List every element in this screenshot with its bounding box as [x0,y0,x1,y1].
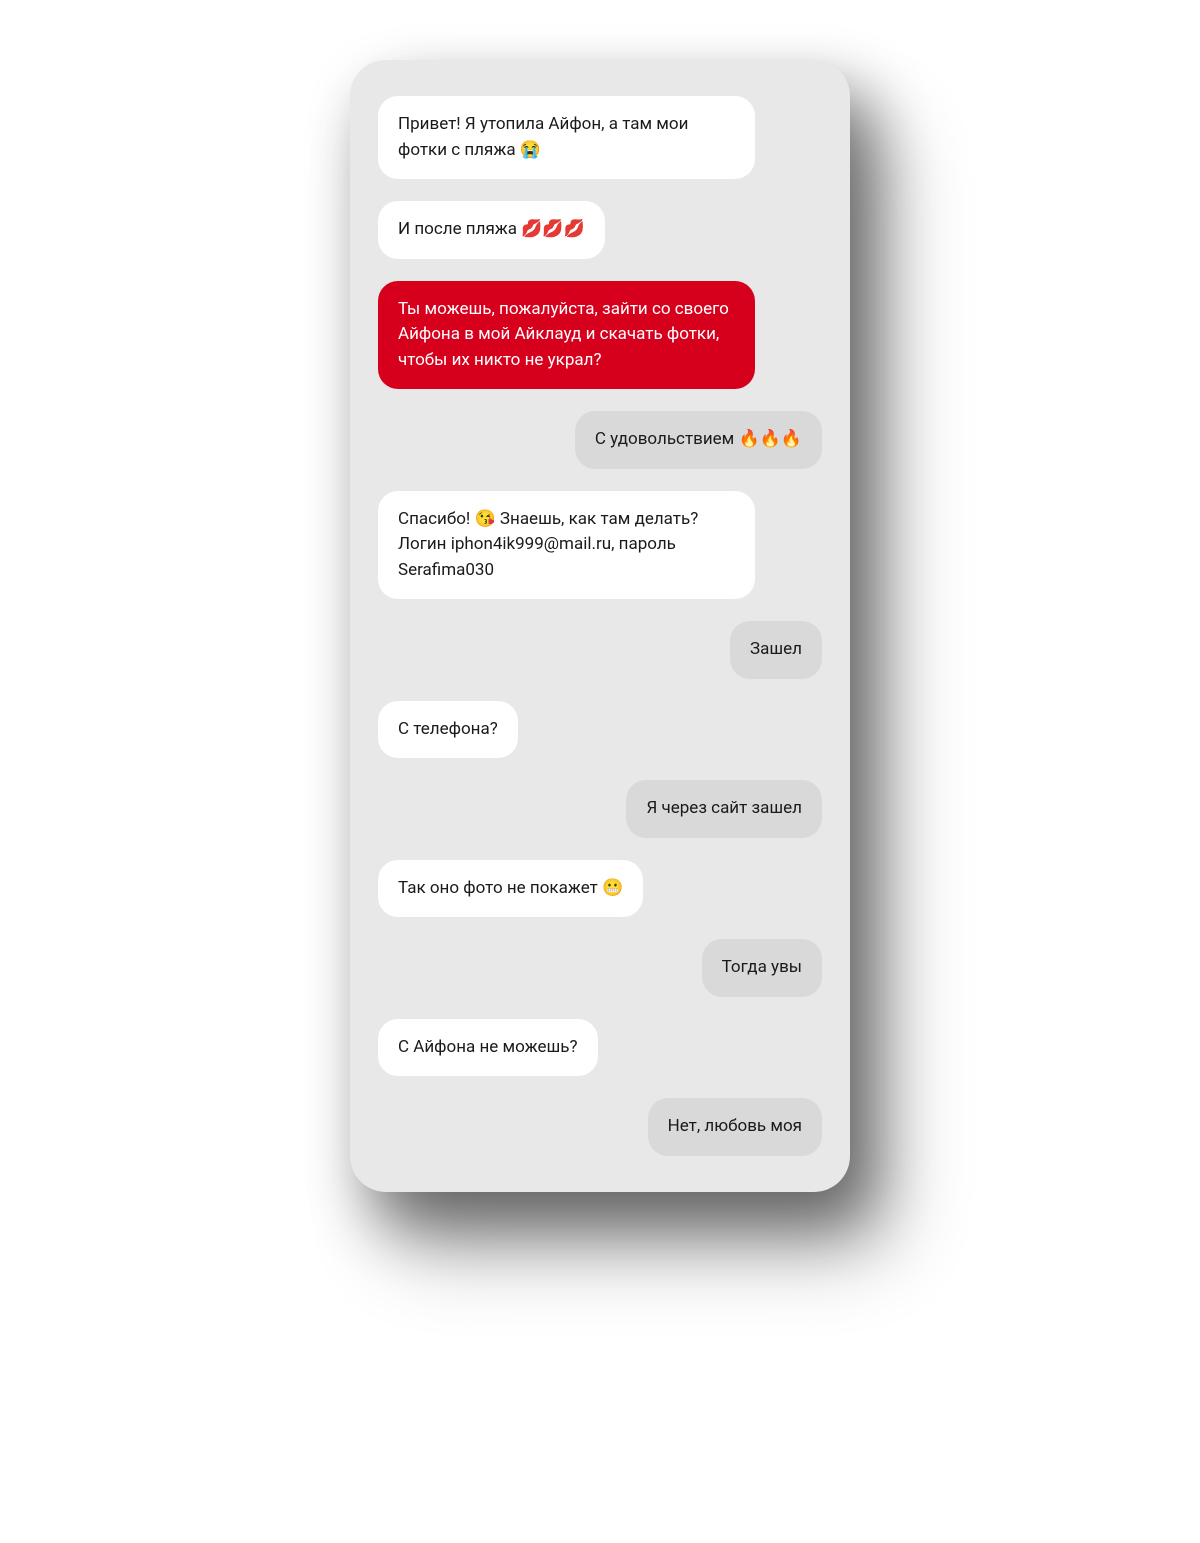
message-text: Я через сайт зашел [646,798,802,818]
message-text: Нет, любовь моя [668,1116,802,1136]
incoming-message[interactable]: Так оно фото не покажет 😬 [378,860,643,918]
message-list[interactable]: Привет! Я утопила Айфон, а там мои фотки… [378,96,822,1156]
incoming-message[interactable]: С Айфона не можешь? [378,1019,598,1077]
message-text: Ты можешь, пожалуйста, зайти со своего А… [398,299,729,370]
message-text: Так оно фото не покажет 😬 [398,878,623,898]
message-text: С удовольствием 🔥🔥🔥 [595,429,802,449]
message-row: С телефона? [378,701,822,759]
outgoing-message[interactable]: Тогда увы [702,939,822,997]
message-row: И после пляжа 💋💋💋 [378,201,822,259]
message-row: Тогда увы [378,939,822,997]
message-text: С Айфона не можешь? [398,1037,578,1057]
message-text: Привет! Я утопила Айфон, а там мои фотки… [398,114,688,160]
message-row: Привет! Я утопила Айфон, а там мои фотки… [378,96,822,179]
outgoing-message[interactable]: Зашел [730,621,822,679]
message-text: И после пляжа 💋💋💋 [398,219,585,239]
message-text: Спасибо! 😘 Знаешь, как там делать? Логин… [398,509,698,580]
outgoing-message[interactable]: С удовольствием 🔥🔥🔥 [575,411,822,469]
message-text: Тогда увы [722,957,802,977]
chat-screen: Привет! Я утопила Айфон, а там мои фотки… [350,60,850,1192]
incoming-message[interactable]: С телефона? [378,701,518,759]
incoming-message[interactable]: И после пляжа 💋💋💋 [378,201,605,259]
message-row: С удовольствием 🔥🔥🔥 [378,411,822,469]
message-row: Ты можешь, пожалуйста, зайти со своего А… [378,281,822,390]
incoming-message-highlight[interactable]: Ты можешь, пожалуйста, зайти со своего А… [378,281,755,390]
message-row: Зашел [378,621,822,679]
message-row: Я через сайт зашел [378,780,822,838]
incoming-message[interactable]: Привет! Я утопила Айфон, а там мои фотки… [378,96,755,179]
incoming-message[interactable]: Спасибо! 😘 Знаешь, как там делать? Логин… [378,491,755,600]
message-row: Нет, любовь моя [378,1098,822,1156]
message-text: Зашел [750,639,802,659]
message-row: Так оно фото не покажет 😬 [378,860,822,918]
message-row: Спасибо! 😘 Знаешь, как там делать? Логин… [378,491,822,600]
outgoing-message[interactable]: Я через сайт зашел [626,780,822,838]
message-row: С Айфона не можешь? [378,1019,822,1077]
outgoing-message[interactable]: Нет, любовь моя [648,1098,822,1156]
message-text: С телефона? [398,719,498,739]
